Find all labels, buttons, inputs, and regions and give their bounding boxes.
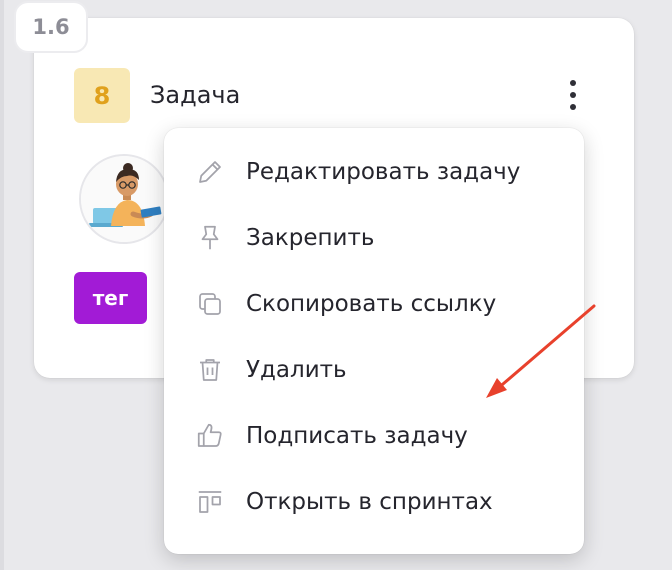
- menu-item-pin[interactable]: Закрепить: [164, 205, 584, 271]
- menu-item-subscribe-task[interactable]: Подписать задачу: [164, 403, 584, 469]
- task-title[interactable]: Задача: [150, 78, 240, 112]
- context-menu: Редактировать задачу Закрепить Скопирова…: [164, 128, 584, 554]
- more-options-dot: [570, 80, 576, 86]
- more-options-button[interactable]: [556, 74, 590, 116]
- menu-item-label: Удалить: [246, 357, 347, 383]
- assignee-avatar[interactable]: [79, 154, 169, 244]
- board-column-edge: [0, 0, 4, 570]
- more-options-dot: [570, 92, 576, 98]
- menu-item-label: Открыть в спринтах: [246, 489, 493, 515]
- copy-icon: [194, 288, 226, 320]
- pin-icon: [194, 222, 226, 254]
- menu-item-edit-task[interactable]: Редактировать задачу: [164, 139, 584, 205]
- trash-icon: [194, 354, 226, 386]
- thumbs-up-icon: [194, 420, 226, 452]
- menu-item-copy-link[interactable]: Скопировать ссылку: [164, 271, 584, 337]
- story-points-badge: 8: [74, 68, 130, 123]
- menu-item-label: Скопировать ссылку: [246, 291, 497, 317]
- sprint-board-icon: [194, 486, 226, 518]
- menu-item-delete[interactable]: Удалить: [164, 337, 584, 403]
- tag-chip[interactable]: тег: [74, 272, 147, 324]
- version-badge: 1.6: [14, 1, 88, 53]
- avatar-illustration: [81, 156, 167, 242]
- menu-item-label: Закрепить: [246, 225, 375, 251]
- pencil-icon: [194, 156, 226, 188]
- menu-item-open-in-sprints[interactable]: Открыть в спринтах: [164, 469, 584, 535]
- more-options-dot: [570, 104, 576, 110]
- menu-item-label: Редактировать задачу: [246, 159, 521, 185]
- menu-item-label: Подписать задачу: [246, 423, 468, 449]
